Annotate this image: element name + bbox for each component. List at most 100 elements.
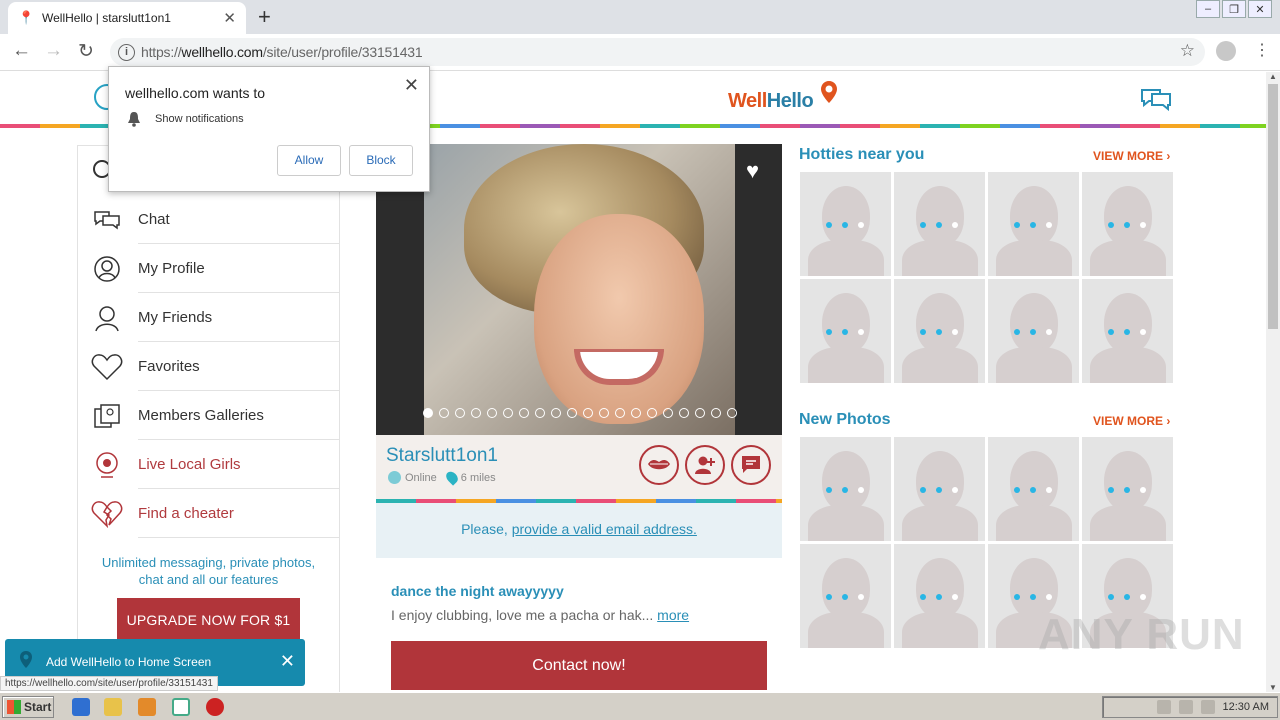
kiss-button[interactable]: [639, 445, 679, 485]
maximize-button[interactable]: ❐: [1222, 0, 1246, 18]
lips-icon: [648, 460, 670, 470]
new-photo-thumbnail[interactable]: [894, 437, 985, 541]
media-player-icon[interactable]: [138, 698, 156, 716]
sidebar-item-label: Live Local Girls: [138, 440, 340, 489]
provide-email-link[interactable]: provide a valid email address.: [512, 521, 697, 537]
address-bar[interactable]: i https://wellhello.com/site/user/profil…: [110, 38, 1205, 66]
hottie-thumbnail[interactable]: [894, 279, 985, 383]
carousel-dot[interactable]: [503, 408, 513, 418]
sidebar-item-my-profile[interactable]: My Profile: [90, 244, 340, 293]
browser-tab[interactable]: 📍 WellHello | starslutt1on1 ✕: [8, 2, 246, 34]
carousel-dot[interactable]: [583, 408, 593, 418]
hottie-thumbnail[interactable]: [1082, 279, 1173, 383]
forward-button[interactable]: →: [44, 40, 63, 62]
heart-outline-icon: [90, 352, 124, 382]
message-button[interactable]: [731, 445, 771, 485]
add-friend-button[interactable]: [685, 445, 725, 485]
profile-photo-carousel[interactable]: ♥: [376, 144, 782, 435]
carousel-dot[interactable]: [711, 408, 721, 418]
notification-title: wellhello.com wants to: [125, 85, 266, 101]
profile-avatar-icon[interactable]: [1216, 41, 1236, 61]
new-tab-button[interactable]: +: [258, 4, 271, 30]
new-photo-thumbnail[interactable]: [800, 544, 891, 648]
minimize-button[interactable]: –: [1196, 0, 1220, 18]
profile-status: Online 6 miles: [388, 469, 496, 486]
carousel-dot[interactable]: [519, 408, 529, 418]
new-photo-thumbnail[interactable]: [800, 437, 891, 541]
carousel-dot[interactable]: [727, 408, 737, 418]
page-scrollbar[interactable]: ▲ ▼: [1266, 72, 1280, 692]
carousel-dot[interactable]: [567, 408, 577, 418]
promo-text: Unlimited messaging, private photos, cha…: [101, 555, 316, 587]
sidebar-item-my-friends[interactable]: My Friends: [90, 293, 340, 342]
scrollbar-thumb[interactable]: [1268, 84, 1278, 329]
carousel-dot[interactable]: [615, 408, 625, 418]
hottie-thumbnail[interactable]: [988, 279, 1079, 383]
close-icon[interactable]: ✕: [404, 75, 419, 96]
hottie-thumbnail[interactable]: [800, 172, 891, 276]
new-photo-thumbnail[interactable]: [894, 544, 985, 648]
folder-icon[interactable]: [104, 698, 122, 716]
add-to-home-screen-text: Add WellHello to Home Screen: [46, 655, 212, 669]
close-icon[interactable]: ✕: [280, 651, 295, 672]
profile-name-bar: Starslutt1on1 Online 6 miles: [376, 435, 782, 499]
carousel-dot[interactable]: [455, 408, 465, 418]
bio-more-link[interactable]: more: [657, 607, 689, 623]
carousel-dot[interactable]: [663, 408, 673, 418]
upgrade-button[interactable]: UPGRADE NOW FOR $1: [117, 598, 300, 643]
start-button[interactable]: Start: [2, 696, 54, 718]
carousel-dot[interactable]: [679, 408, 689, 418]
hottie-thumbnail[interactable]: [800, 279, 891, 383]
bio-text: I enjoy clubbing, love me a pacha or hak…: [391, 607, 654, 623]
tab-close-icon[interactable]: ✕: [223, 9, 236, 27]
carousel-dot[interactable]: [695, 408, 705, 418]
hotties-title: Hotties near you: [799, 146, 925, 163]
sidebar-item-chat[interactable]: Chat: [90, 195, 340, 244]
carousel-dot[interactable]: [439, 408, 449, 418]
carousel-dot[interactable]: [423, 408, 433, 418]
menu-kebab-icon[interactable]: ⋮: [1254, 40, 1270, 60]
reload-button[interactable]: ↻: [78, 40, 94, 63]
new-photo-thumbnail[interactable]: [1082, 437, 1173, 541]
add-user-icon: [695, 456, 715, 474]
carousel-dot[interactable]: [535, 408, 545, 418]
wellhello-logo[interactable]: WellHello: [728, 90, 814, 113]
carousel-dot[interactable]: [551, 408, 561, 418]
carousel-dot[interactable]: [599, 408, 609, 418]
new-photos-view-more-link[interactable]: VIEW MORE ›: [1093, 414, 1170, 428]
start-label: Start: [24, 700, 52, 714]
carousel-dot[interactable]: [647, 408, 657, 418]
carousel-dot[interactable]: [487, 408, 497, 418]
close-window-button[interactable]: ✕: [1248, 0, 1272, 18]
hotties-view-more-link[interactable]: VIEW MORE ›: [1093, 149, 1170, 163]
back-button[interactable]: ←: [12, 40, 31, 62]
ie-icon[interactable]: [72, 698, 90, 716]
hottie-thumbnail[interactable]: [988, 172, 1079, 276]
sidebar-item-favorites[interactable]: Favorites: [90, 342, 340, 391]
allow-button[interactable]: Allow: [277, 145, 341, 176]
hottie-thumbnail[interactable]: [894, 172, 985, 276]
favorite-heart-icon[interactable]: ♥: [746, 158, 759, 184]
windows-logo-icon: [7, 700, 21, 714]
bookmark-star-icon[interactable]: ☆: [1180, 41, 1195, 61]
block-button[interactable]: Block: [349, 145, 413, 176]
chrome-icon[interactable]: [172, 698, 190, 716]
flag-icon[interactable]: [1200, 700, 1215, 714]
sidebar-item-find-a-cheater[interactable]: Find a cheater: [90, 489, 340, 538]
new-photo-thumbnail[interactable]: [988, 437, 1079, 541]
carousel-dot[interactable]: [471, 408, 481, 418]
carousel-dot[interactable]: [631, 408, 641, 418]
sidebar-item-label: My Profile: [138, 244, 340, 293]
scroll-up-icon[interactable]: ▲: [1269, 72, 1277, 81]
contact-now-button[interactable]: Contact now!: [391, 641, 767, 690]
site-info-icon[interactable]: i: [118, 43, 135, 61]
user-circle-icon: [90, 254, 124, 284]
volume-icon[interactable]: [1178, 700, 1193, 714]
messages-icon[interactable]: [1140, 86, 1172, 112]
scroll-down-icon[interactable]: ▼: [1269, 683, 1277, 692]
hottie-thumbnail[interactable]: [1082, 172, 1173, 276]
sidebar-item-live-local-girls[interactable]: Live Local Girls: [90, 440, 340, 489]
shield-alert-icon[interactable]: [206, 698, 224, 716]
sidebar-item-members-galleries[interactable]: Members Galleries: [90, 391, 340, 440]
network-icon[interactable]: [1156, 700, 1171, 714]
